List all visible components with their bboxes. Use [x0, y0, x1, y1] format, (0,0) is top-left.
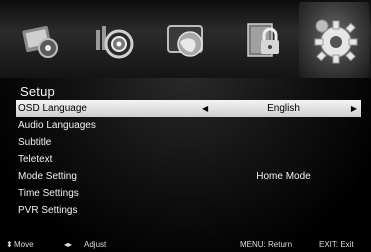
menu-item-pvr-settings[interactable]: PVR Settings	[16, 202, 361, 219]
left-right-arrows-icon: ◂▸	[64, 240, 73, 249]
right-arrow-icon[interactable]: ▶	[351, 100, 357, 117]
menu-item-value: Home Mode	[256, 171, 311, 182]
lock-menu-icon[interactable]	[236, 14, 290, 68]
footer-return: MENU: Return	[240, 240, 293, 249]
menu-item-label: Subtitle	[18, 137, 52, 148]
picture-menu-icon[interactable]	[14, 14, 68, 68]
menu-item-mode-setting[interactable]: Mode Setting Home Mode	[16, 168, 361, 185]
menu-item-label: Teletext	[18, 154, 53, 165]
tv-osd-screen: Setup OSD Language ◀ English ▶ Audio Lan…	[0, 0, 371, 252]
sound-menu-icon[interactable]	[88, 14, 142, 68]
menu-item-time-settings[interactable]: Time Settings	[16, 185, 361, 202]
menu-item-teletext[interactable]: Teletext	[16, 151, 361, 168]
channel-menu-icon[interactable]	[160, 14, 214, 68]
menu-icon-strip	[0, 0, 371, 78]
speaker-icon	[96, 26, 134, 59]
menu-item-label: PVR Settings	[18, 205, 78, 216]
menu-item-label: Audio Languages	[18, 120, 96, 131]
menu-item-audio-languages[interactable]: Audio Languages	[16, 117, 361, 134]
menu-item-label: Time Settings	[18, 188, 79, 199]
menu-item-value: English	[267, 103, 300, 114]
setup-menu: OSD Language ◀ English ▶ Audio Languages…	[16, 100, 361, 219]
footer-adjust: Adjust	[84, 240, 107, 249]
globe-tv-icon	[167, 25, 203, 57]
setup-menu-icon[interactable]	[299, 2, 369, 78]
footer-exit: EXIT: Exit	[319, 240, 354, 249]
page-title: Setup	[20, 84, 55, 99]
footer-move: Move	[14, 240, 34, 249]
menu-item-osd-language[interactable]: OSD Language ◀ English ▶	[16, 100, 361, 117]
picture-icon	[22, 25, 58, 58]
up-down-arrows-icon: ⬍	[6, 240, 13, 249]
gear-icon	[314, 19, 358, 64]
lock-icon	[247, 23, 279, 57]
menu-item-subtitle[interactable]: Subtitle	[16, 134, 361, 151]
footer-help-bar: ⬍ Move ◂▸ Adjust MENU: Return EXIT: Exit	[0, 238, 371, 252]
